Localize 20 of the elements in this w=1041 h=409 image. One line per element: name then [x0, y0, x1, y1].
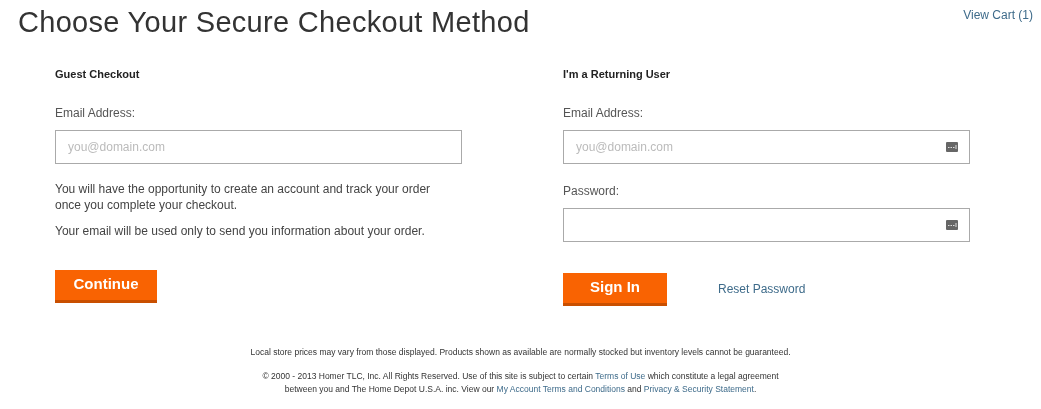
disclaimer-text: Local store prices may vary from those displayed. Products shown as available are normally stocked but inventory levels cannot be guaranteed.	[250, 345, 791, 359]
field-label: Password:	[563, 182, 621, 200]
section-heading: Guest Checkout	[55, 67, 141, 82]
field-label: Email Address:	[563, 104, 645, 122]
footer-link[interactable]: Terms of Use	[595, 371, 646, 382]
key-icon	[946, 219, 958, 230]
reset-password-link[interactable]: Reset Password	[718, 280, 806, 298]
page-title: Choose Your Secure Checkout Method	[18, 5, 530, 40]
input-field[interactable]: you@domain.com	[563, 129, 970, 164]
input-field[interactable]: you@domain.com	[55, 129, 462, 164]
copyright-text: © 2000 - 2013 Homer TLC, Inc. All Rights Reserved. Use of this site is subject to certain Terms of Use which constitute a legal agreement between you and The Home Depot U.S.A. inc. View our My Account Terms and Conditions and Privacy & Security Statement.	[262, 370, 779, 397]
field-label: Email Address:	[55, 104, 137, 122]
input-field[interactable]	[563, 207, 970, 242]
footer-link[interactable]: My Account Terms and Conditions	[496, 384, 625, 395]
footer-link[interactable]: Privacy & Security Statement	[643, 384, 754, 395]
info-text: You will have the opportunity to create an account and track your order once you complete your checkout.	[55, 180, 432, 213]
view-cart-link[interactable]: View Cart (1)	[963, 6, 1033, 24]
info-text: Your email will be used only to send you information about your order.	[55, 222, 426, 239]
key-icon	[946, 141, 958, 152]
section-heading: I'm a Returning User	[563, 67, 672, 82]
